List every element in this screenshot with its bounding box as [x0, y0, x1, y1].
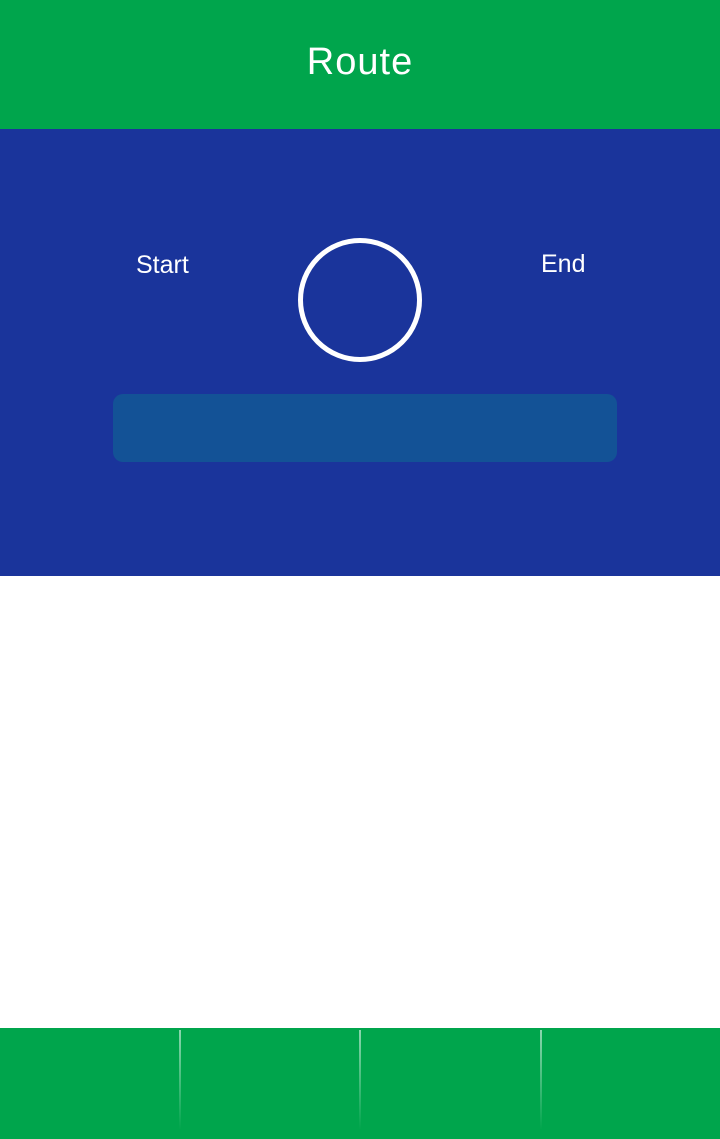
- route-display-box[interactable]: [113, 394, 617, 462]
- page-title: Route: [306, 41, 414, 83]
- title-bar: Route: [0, 0, 720, 129]
- route-circle-button[interactable]: [298, 238, 422, 362]
- nav-divider: [540, 1030, 542, 1130]
- nav-item-2[interactable]: [180, 1028, 360, 1139]
- start-label[interactable]: Start: [136, 251, 189, 280]
- nav-divider: [359, 1030, 361, 1130]
- end-label[interactable]: End: [541, 250, 585, 279]
- nav-item-1[interactable]: [0, 1028, 180, 1139]
- content-area: [0, 576, 720, 1028]
- route-app: Route Start End: [0, 0, 720, 1139]
- nav-divider: [179, 1030, 181, 1130]
- nav-item-3[interactable]: [360, 1028, 540, 1139]
- route-panel: Start End: [0, 129, 720, 576]
- nav-item-4[interactable]: [540, 1028, 720, 1139]
- bottom-nav: [0, 1028, 720, 1139]
